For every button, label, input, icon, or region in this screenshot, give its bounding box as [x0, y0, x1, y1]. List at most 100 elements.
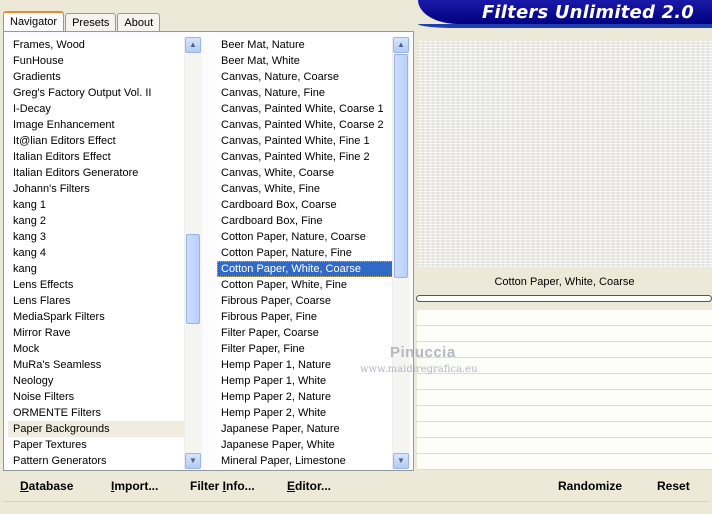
parameter-row	[417, 342, 712, 358]
scroll-up-icon[interactable]: ▲	[185, 37, 201, 53]
filter-info-button[interactable]: Filter Info...	[190, 479, 255, 493]
category-item[interactable]: kang 1	[8, 197, 185, 213]
category-scrollbar[interactable]: ▲ ▼	[184, 37, 202, 469]
filter-item[interactable]: Filter Paper, Fine	[217, 341, 393, 357]
filter-item[interactable]: Filter Paper, Coarse	[217, 325, 393, 341]
parameter-row	[417, 374, 712, 390]
parameter-row	[417, 406, 712, 422]
category-item[interactable]: Lens Effects	[8, 277, 185, 293]
filter-item[interactable]: Fibrous Paper, Fine	[217, 309, 393, 325]
banner-stripe	[418, 24, 712, 28]
category-item[interactable]: Pattern Generators	[8, 453, 185, 469]
category-item[interactable]: kang 2	[8, 213, 185, 229]
filter-item[interactable]: Canvas, Painted White, Fine 1	[217, 133, 393, 149]
filter-item[interactable]: Hemp Paper 2, White	[217, 405, 393, 421]
app-title: Filters Unlimited 2.0	[481, 2, 694, 23]
category-item[interactable]: MuRa's Seamless	[8, 357, 185, 373]
tab-presets[interactable]: Presets	[65, 13, 117, 32]
category-item[interactable]: kang	[8, 261, 185, 277]
category-item[interactable]: ORMENTE Filters	[8, 405, 185, 421]
filter-item[interactable]: Cardboard Box, Coarse	[217, 197, 393, 213]
category-item[interactable]: Image Enhancement	[8, 117, 185, 133]
filter-list[interactable]: Beer Mat, Nature Beer Mat, White Canvas, N…	[217, 37, 410, 469]
randomize-button[interactable]: Randomize	[558, 479, 622, 493]
filter-item[interactable]: Cotton Paper, White, Coarse	[217, 261, 393, 277]
category-item[interactable]: Mock	[8, 341, 185, 357]
filter-item[interactable]: Beer Mat, Nature	[217, 37, 393, 53]
category-item[interactable]: Greg's Factory Output Vol. II	[8, 85, 185, 101]
filter-item[interactable]: Canvas, Nature, Coarse	[217, 69, 393, 85]
database-mnemonic: D	[20, 479, 29, 493]
category-scroll-thumb[interactable]	[186, 234, 200, 324]
category-item[interactable]: Gradients	[8, 69, 185, 85]
parameter-area	[417, 310, 712, 470]
progress-bar	[416, 295, 712, 302]
filter-item[interactable]: Canvas, White, Coarse	[217, 165, 393, 181]
filter-scroll-thumb[interactable]	[394, 54, 408, 278]
bottom-divider	[3, 501, 709, 502]
tab-about[interactable]: About	[117, 13, 161, 32]
database-label: atabase	[28, 479, 74, 493]
filter-scrollbar[interactable]: ▲ ▼	[392, 37, 410, 469]
filter-item[interactable]: Hemp Paper 1, White	[217, 373, 393, 389]
filter-item[interactable]: Canvas, Painted White, Coarse 1	[217, 101, 393, 117]
parameter-row	[417, 454, 712, 470]
filter-item[interactable]: Hemp Paper 2, Nature	[217, 389, 393, 405]
reset-button[interactable]: Reset	[657, 479, 690, 493]
category-item[interactable]: kang 3	[8, 229, 185, 245]
current-filter-name: Cotton Paper, White, Coarse	[417, 273, 712, 291]
filter-item[interactable]: Canvas, Painted White, Fine 2	[217, 149, 393, 165]
category-list[interactable]: Frames, Wood FunHouse Gradients Greg's Fact…	[8, 37, 202, 469]
database-button[interactable]: Database	[20, 479, 73, 493]
filter-item[interactable]: Mineral Paper, Limestone	[217, 453, 393, 469]
editor-label: ditor...	[295, 479, 332, 493]
parameter-row	[417, 326, 712, 342]
category-item[interactable]: It@lian Editors Effect	[8, 133, 185, 149]
category-item[interactable]: I-Decay	[8, 101, 185, 117]
filter-info-prefix: Filter	[190, 479, 223, 493]
category-item[interactable]: Paper Textures	[8, 437, 185, 453]
category-item[interactable]: Noise Filters	[8, 389, 185, 405]
parameter-row	[417, 438, 712, 454]
scroll-up-icon[interactable]: ▲	[393, 37, 409, 53]
filter-item[interactable]: Canvas, Painted White, Coarse 2	[217, 117, 393, 133]
category-item[interactable]: Frames, Wood	[8, 37, 185, 53]
filter-item[interactable]: Cotton Paper, Nature, Fine	[217, 245, 393, 261]
editor-mnemonic: E	[287, 479, 296, 493]
watermark-name: Pinuccia	[390, 344, 456, 361]
category-item[interactable]: Italian Editors Effect	[8, 149, 185, 165]
import-button[interactable]: Import...	[111, 479, 158, 493]
parameter-row	[417, 390, 712, 406]
category-item[interactable]: MediaSpark Filters	[8, 309, 185, 325]
category-item[interactable]: Italian Editors Generatore	[8, 165, 185, 181]
filter-item[interactable]: Japanese Paper, Nature	[217, 421, 393, 437]
filter-item[interactable]: Beer Mat, White	[217, 53, 393, 69]
category-item[interactable]: Johann's Filters	[8, 181, 185, 197]
filter-item[interactable]: Canvas, Nature, Fine	[217, 85, 393, 101]
title-banner: Filters Unlimited 2.0	[418, 0, 712, 28]
watermark-url: www.maidiregrafica.eu	[360, 364, 478, 375]
parameter-row	[417, 422, 712, 438]
filter-item[interactable]: Cotton Paper, White, Fine	[217, 277, 393, 293]
category-item[interactable]: Paper Backgrounds	[8, 421, 185, 437]
import-label: mport...	[114, 479, 159, 493]
parameter-row	[417, 310, 712, 326]
filter-info-label: nfo...	[226, 479, 255, 493]
category-items: Frames, Wood FunHouse Gradients Greg's Fact…	[8, 37, 185, 469]
editor-button[interactable]: Editor...	[287, 479, 331, 493]
category-item[interactable]: Lens Flares	[8, 293, 185, 309]
scroll-down-icon[interactable]: ▼	[185, 453, 201, 469]
category-item[interactable]: Mirror Rave	[8, 325, 185, 341]
filter-item[interactable]: Fibrous Paper, Coarse	[217, 293, 393, 309]
filter-item[interactable]: Japanese Paper, White	[217, 437, 393, 453]
filter-item[interactable]: Cotton Paper, Nature, Coarse	[217, 229, 393, 245]
scroll-down-icon[interactable]: ▼	[393, 453, 409, 469]
filter-items: Beer Mat, Nature Beer Mat, White Canvas, N…	[217, 37, 393, 469]
tab-strip: Navigator Presets About	[3, 11, 161, 34]
category-item[interactable]: FunHouse	[8, 53, 185, 69]
category-item[interactable]: kang 4	[8, 245, 185, 261]
preview-image	[417, 41, 712, 267]
filter-item[interactable]: Cardboard Box, Fine	[217, 213, 393, 229]
category-item[interactable]: Neology	[8, 373, 185, 389]
filter-item[interactable]: Canvas, White, Fine	[217, 181, 393, 197]
